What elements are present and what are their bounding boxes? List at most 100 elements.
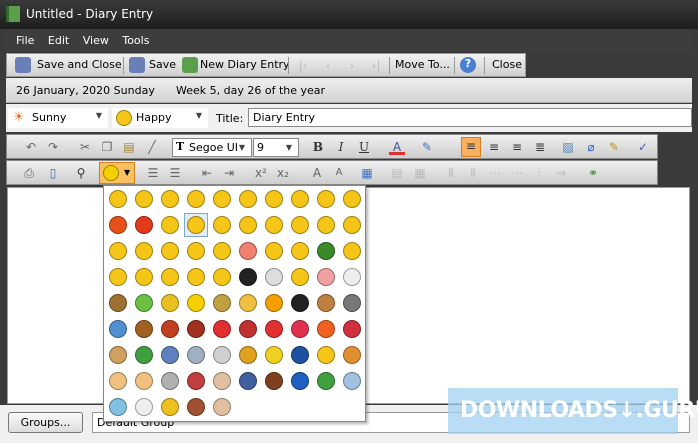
merge-cell-icon[interactable]: ⇒ <box>553 165 569 181</box>
title-input[interactable] <box>248 108 692 127</box>
emoticon-item[interactable] <box>314 291 338 315</box>
emoticon-item[interactable] <box>314 265 338 289</box>
emoticon-item[interactable] <box>340 265 364 289</box>
emoticon-item[interactable] <box>184 343 208 367</box>
align-left-icon[interactable]: ≡ <box>461 137 481 157</box>
copy-icon[interactable]: ❐ <box>99 139 115 155</box>
emoticon-item[interactable] <box>184 213 208 237</box>
previous-entry-icon[interactable]: ‹ <box>320 58 336 74</box>
emoticon-item[interactable] <box>184 317 208 341</box>
emoticon-item[interactable] <box>158 395 182 419</box>
next-entry-icon[interactable]: › <box>344 58 360 74</box>
hyperlink-icon[interactable]: ⚭ <box>585 165 601 181</box>
new-diary-entry-button[interactable]: New Diary Entry <box>200 58 290 71</box>
emoticon-item[interactable] <box>262 369 286 393</box>
clear-format-icon[interactable]: ╱ <box>144 139 160 155</box>
emoticon-item[interactable] <box>210 265 234 289</box>
emoticon-item[interactable] <box>210 369 234 393</box>
menu-tools[interactable]: Tools <box>122 34 149 47</box>
emoticon-item[interactable] <box>340 343 364 367</box>
decrease-indent-icon[interactable]: ⇤ <box>199 165 215 181</box>
emoticon-item[interactable] <box>262 317 286 341</box>
insert-column-right-icon[interactable]: ⫴ <box>465 165 481 181</box>
emoticon-item[interactable] <box>262 187 286 211</box>
emoticon-item[interactable] <box>184 265 208 289</box>
font-size-select[interactable]: 9 ▼ <box>253 138 299 157</box>
print-icon[interactable]: ⎙ <box>21 165 37 181</box>
emoticon-item[interactable] <box>210 187 234 211</box>
emoticon-item[interactable] <box>158 291 182 315</box>
emoticon-item[interactable] <box>340 291 364 315</box>
save-button[interactable]: Save <box>149 58 176 71</box>
underline-icon[interactable]: U <box>356 139 372 155</box>
font-color-icon[interactable]: A <box>389 139 405 155</box>
emoticon-item[interactable] <box>314 317 338 341</box>
move-to-button[interactable]: Move To... <box>395 58 450 71</box>
insert-row-above-icon[interactable]: ⋯ <box>487 165 503 181</box>
insert-object-icon[interactable]: ✎ <box>606 139 622 155</box>
undo-icon[interactable]: ↶ <box>23 139 39 155</box>
emoticon-button[interactable]: ▼ <box>99 162 135 184</box>
emoticon-item[interactable] <box>210 317 234 341</box>
emoticon-item[interactable] <box>210 239 234 263</box>
emoticon-item[interactable] <box>236 343 260 367</box>
subscript-icon[interactable]: x₂ <box>275 165 291 181</box>
emoticon-item[interactable] <box>158 239 182 263</box>
emoticon-item[interactable] <box>236 265 260 289</box>
emoticon-item[interactable] <box>314 187 338 211</box>
bold-icon[interactable]: B <box>310 139 326 155</box>
last-entry-icon[interactable]: ›| <box>368 58 384 74</box>
emoticon-item[interactable] <box>106 239 130 263</box>
emoticon-item[interactable] <box>184 239 208 263</box>
emoticon-item[interactable] <box>158 343 182 367</box>
emoticon-item[interactable] <box>340 369 364 393</box>
emoticon-item[interactable] <box>210 395 234 419</box>
emoticon-item[interactable] <box>340 239 364 263</box>
emoticon-item[interactable] <box>158 369 182 393</box>
emoticon-item[interactable] <box>106 395 130 419</box>
emoticon-item[interactable] <box>132 291 156 315</box>
emoticon-item[interactable] <box>132 187 156 211</box>
emoticon-item[interactable] <box>262 265 286 289</box>
emoticon-item[interactable] <box>288 187 312 211</box>
insert-image-icon[interactable]: ▨ <box>560 139 576 155</box>
paste-icon[interactable]: ▤ <box>121 139 137 155</box>
mood-select[interactable]: Happy ▼ <box>112 108 208 128</box>
close-button[interactable]: Close <box>492 58 522 71</box>
numbered-list-icon[interactable]: ☰ <box>167 165 183 181</box>
emoticon-item[interactable] <box>158 317 182 341</box>
emoticon-item[interactable] <box>184 369 208 393</box>
emoticon-item[interactable] <box>106 291 130 315</box>
emoticon-item[interactable] <box>132 213 156 237</box>
emoticon-item[interactable] <box>184 395 208 419</box>
shrink-font-icon[interactable]: A <box>331 165 347 181</box>
emoticon-item[interactable] <box>210 343 234 367</box>
menu-file[interactable]: File <box>16 34 34 47</box>
emoticon-item[interactable] <box>236 239 260 263</box>
insert-row-below-icon[interactable]: ⋯ <box>509 165 525 181</box>
align-right-icon[interactable]: ≡ <box>509 139 525 155</box>
find-icon[interactable]: ⚲ <box>73 165 89 181</box>
emoticon-item[interactable] <box>210 291 234 315</box>
table-icon[interactable]: ▤ <box>389 165 405 181</box>
highlight-icon[interactable]: ✎ <box>419 139 435 155</box>
emoticon-item[interactable] <box>132 265 156 289</box>
emoticon-item[interactable] <box>106 317 130 341</box>
emoticon-item[interactable] <box>106 213 130 237</box>
emoticon-item[interactable] <box>288 213 312 237</box>
menu-edit[interactable]: Edit <box>48 34 69 47</box>
spellcheck-icon[interactable]: ✓ <box>635 139 651 155</box>
emoticon-item[interactable] <box>236 317 260 341</box>
emoticon-item[interactable] <box>106 343 130 367</box>
emoticon-item[interactable] <box>132 343 156 367</box>
groups-button[interactable]: Groups... <box>8 412 83 433</box>
menu-view[interactable]: View <box>83 34 109 47</box>
redo-icon[interactable]: ↷ <box>45 139 61 155</box>
emoticon-item[interactable] <box>262 291 286 315</box>
increase-indent-icon[interactable]: ⇥ <box>221 165 237 181</box>
emoticon-item[interactable] <box>158 187 182 211</box>
print-preview-icon[interactable]: ▯ <box>45 165 61 181</box>
emoticon-item[interactable] <box>288 317 312 341</box>
italic-icon[interactable]: I <box>333 139 349 155</box>
help-icon[interactable]: ? <box>460 57 476 73</box>
